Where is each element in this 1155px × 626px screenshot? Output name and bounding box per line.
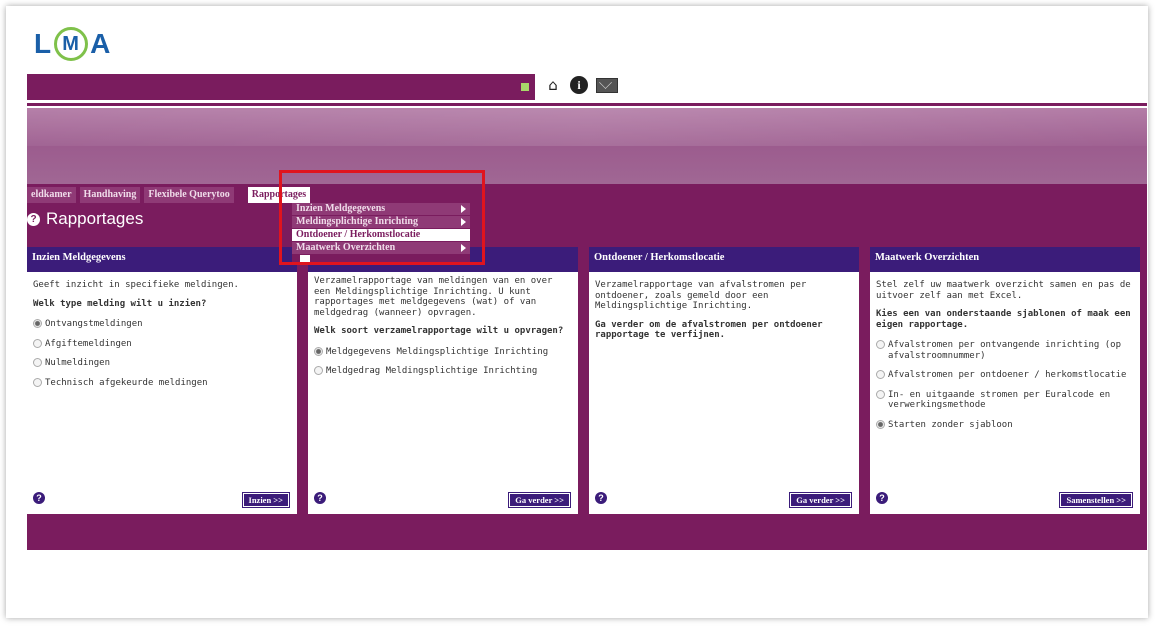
ga-verder-button[interactable]: Ga verder >> [508, 492, 571, 508]
radio-option[interactable]: Starten zonder sjabloon [876, 419, 1134, 431]
radio-label: Afgiftemeldingen [45, 338, 132, 349]
radio-option[interactable]: Ontvangstmeldingen [33, 319, 291, 330]
top-bar [27, 74, 535, 100]
radio-label: In- en uitgaande stromen per Euralcode e… [888, 389, 1111, 411]
nav-item-handhaving[interactable]: Handhaving [79, 187, 141, 203]
panel-description: Geeft inzicht in specifieke meldingen. [33, 280, 239, 290]
menu-item-label: Inzien Meldgegevens [296, 203, 386, 214]
help-icon[interactable]: ? [314, 492, 326, 504]
nav-item-rapportages[interactable]: Rapportages [247, 187, 311, 203]
inzien-button[interactable]: Inzien >> [241, 492, 291, 508]
home-icon[interactable]: ⌂ [544, 76, 562, 94]
page-title: Rapportages [46, 209, 144, 228]
lma-logo[interactable]: L M A [34, 24, 111, 64]
panel-question: Welk soort verzamelrapportage wilt u opv… [314, 326, 564, 336]
samenstellen-button[interactable]: Samenstellen >> [1059, 492, 1133, 508]
panel-description: Stel zelf uw maatwerk overzicht samen en… [876, 280, 1131, 301]
panel-ontdoener-herkomstlocatie: Ontdoener / Herkomstlocatie Verzamelrapp… [589, 247, 859, 514]
header-rule [27, 103, 1147, 106]
radio-button[interactable] [876, 340, 885, 349]
radio-option[interactable]: Meldgedrag Meldingsplichtige Inrichting [314, 366, 572, 377]
panel-meldingsplichtige-inrichting: Verzamelrapportage van meldingen van en … [308, 247, 578, 514]
top-icons: ⌂ i [544, 76, 618, 94]
help-icon[interactable]: ? [876, 492, 888, 504]
panel-question: Ga verder om de afvalstromen per ontdoen… [595, 319, 823, 341]
panel-title: Maatwerk Overzichten [870, 247, 1140, 272]
radio-label: Afvalstromen per ontdoener / herkomstloc… [888, 370, 1127, 380]
radio-button[interactable] [33, 377, 42, 387]
footer-bar [27, 522, 1147, 550]
menu-item-label: Ontdoener / Herkomstlocatie [296, 229, 421, 240]
info-icon[interactable]: i [570, 76, 588, 94]
menu-item-label: Maatwerk Overzichten [296, 242, 396, 253]
radio-option[interactable]: Nulmeldingen [33, 358, 291, 369]
rapportages-dropdown: Inzien Meldgegevens Meldingsplichtige In… [292, 203, 470, 263]
radio-label: Meldgedrag Meldingsplichtige Inrichting [326, 366, 538, 376]
submenu-arrow-icon [461, 244, 466, 252]
radio-button[interactable] [876, 389, 885, 399]
radio-option[interactable]: Afvalstromen per ontvangende inrichting … [876, 340, 1134, 361]
radio-button[interactable] [314, 346, 323, 356]
radio-option[interactable]: Afgiftemeldingen [33, 338, 291, 350]
radio-button[interactable] [33, 358, 42, 367]
logo-letter-l: L [34, 28, 53, 59]
submenu-arrow-icon [461, 205, 466, 213]
radio-label: Nulmeldingen [45, 358, 111, 368]
logo-mark: M [54, 27, 89, 61]
radio-option[interactable]: Technisch afgekeurde meldingen [33, 377, 291, 389]
menu-item-maatwerk-overzichten[interactable]: Maatwerk Overzichten [292, 242, 470, 254]
panel-description: Verzamelrapportage van afvalstromen per … [595, 280, 807, 311]
radio-button[interactable] [33, 319, 42, 328]
menu-item-label: Meldingsplichtige Inrichting [296, 216, 418, 227]
radio-option[interactable]: Afvalstromen per ontdoener / herkomstloc… [876, 370, 1134, 381]
panel-question: Kies een van onderstaande sjablonen of m… [876, 309, 1131, 330]
page-heading: ? Rapportages [27, 209, 143, 229]
panel-title: Inzien Meldgegevens [27, 247, 297, 272]
help-icon[interactable]: ? [595, 492, 607, 504]
radio-button[interactable] [876, 370, 885, 379]
submenu-arrow-icon [461, 218, 466, 226]
menu-item-inzien-meldgegevens[interactable]: Inzien Meldgegevens [292, 203, 470, 215]
radio-button[interactable] [33, 338, 42, 348]
panel-inzien-meldgegevens: Inzien Meldgegevens Geeft inzicht in spe… [27, 247, 297, 514]
panel-maatwerk-overzichten: Maatwerk Overzichten Stel zelf uw maatwe… [870, 247, 1140, 514]
radio-button[interactable] [314, 366, 323, 375]
main-nav: eldkamer Handhaving Flexibele Querytoo R… [27, 187, 311, 203]
radio-option[interactable]: Meldgegevens Meldingsplichtige Inrichtin… [314, 346, 572, 358]
nav-item-flexibele-querytool[interactable]: Flexibele Querytoo [144, 187, 234, 203]
banner [27, 108, 1147, 184]
menu-item-meldingsplichtige-inrichting[interactable]: Meldingsplichtige Inrichting [292, 216, 470, 228]
radio-label: Meldgegevens Meldingsplichtige Inrichtin… [326, 346, 549, 357]
panel-description: Verzamelrapportage van meldingen van en … [314, 276, 553, 318]
help-icon[interactable]: ? [33, 492, 45, 504]
mail-icon[interactable] [596, 77, 618, 93]
ga-verder-button[interactable]: Ga verder >> [789, 492, 852, 508]
help-icon[interactable]: ? [27, 212, 40, 226]
radio-button[interactable] [876, 419, 885, 429]
radio-label: Ontvangstmeldingen [45, 319, 143, 329]
panel-title: Ontdoener / Herkomstlocatie [589, 247, 859, 272]
menu-item-ontdoener-herkomstlocatie[interactable]: Ontdoener / Herkomstlocatie [292, 229, 470, 241]
radio-label: Technisch afgekeurde meldingen [45, 377, 208, 388]
radio-label: Afvalstromen per ontvangende inrichting … [888, 340, 1121, 361]
radio-label: Starten zonder sjabloon [888, 419, 1013, 430]
nav-item-meldkamer[interactable]: eldkamer [27, 187, 76, 203]
radio-option[interactable]: In- en uitgaande stromen per Euralcode e… [876, 389, 1134, 411]
dropdown-tail [300, 255, 310, 263]
status-indicator [521, 83, 529, 91]
panel-question: Welk type melding wilt u inzien? [33, 298, 207, 309]
logo-letter-a: A [90, 28, 112, 59]
